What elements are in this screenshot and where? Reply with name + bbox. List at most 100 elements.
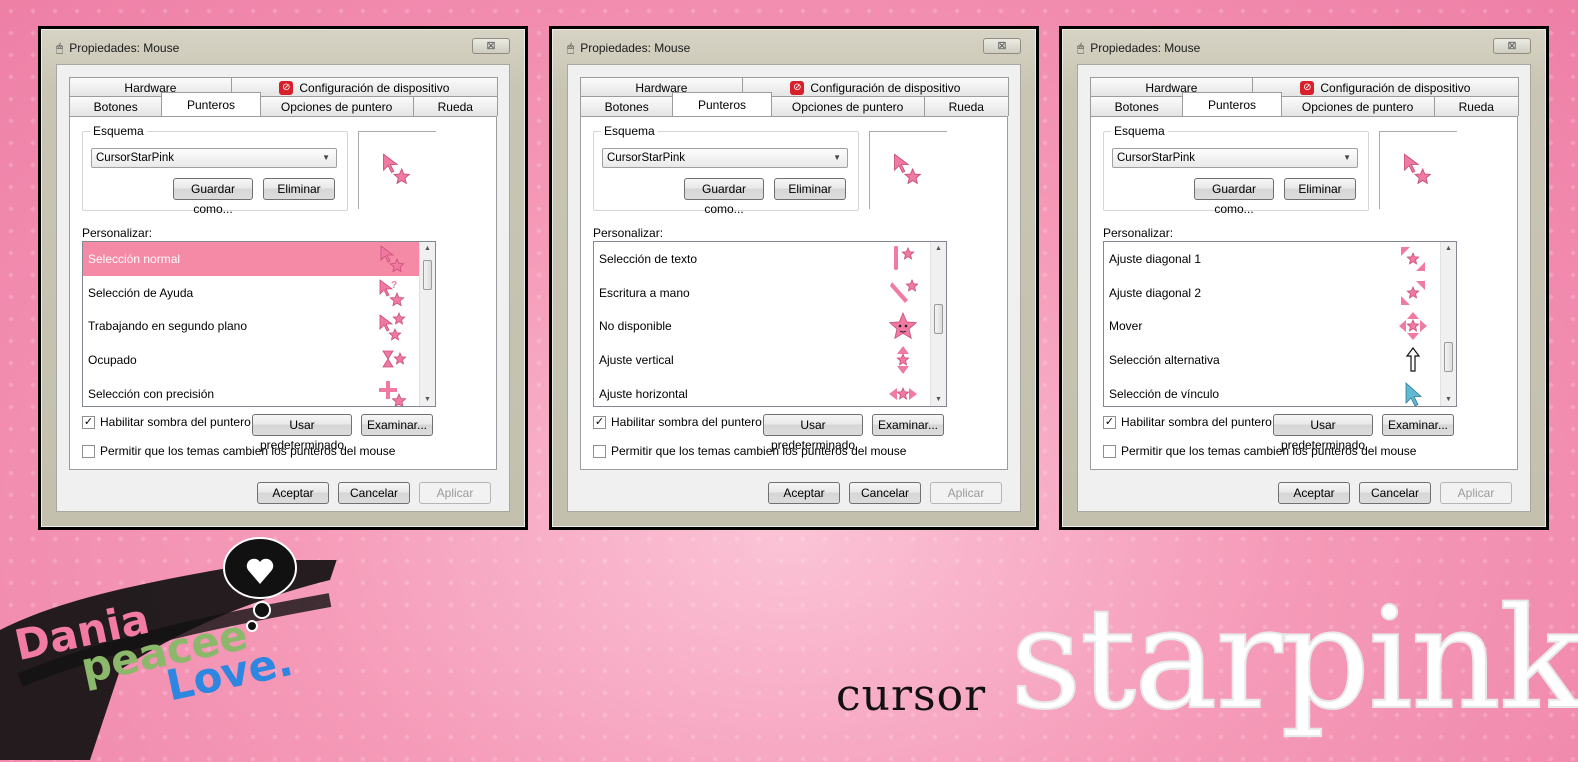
scheme-select[interactable]: CursorStarPink ▼ (602, 148, 848, 168)
save-as-button[interactable]: Guardar como... (684, 178, 764, 216)
scroll-up-icon[interactable]: ▲ (420, 245, 435, 252)
chevron-down-icon: ▼ (1343, 153, 1351, 162)
tab-row-front: Botones Punteros Opciones de puntero Rue… (1090, 92, 1519, 116)
shadow-checkbox[interactable]: ✓ (593, 415, 606, 429)
tab-wheel[interactable]: Rueda (923, 96, 1009, 116)
pointer-list-item[interactable]: Ajuste horizontal (594, 377, 946, 406)
use-default-button[interactable]: Usar predeterminado (1273, 414, 1373, 452)
scroll-down-icon[interactable]: ▼ (931, 396, 946, 403)
dialog-title: Propiedades: Mouse (1090, 41, 1201, 55)
pointer-list-item[interactable]: Escritura a mano (594, 276, 946, 310)
scheme-select[interactable]: CursorStarPink ▼ (91, 148, 337, 168)
themes-checkbox[interactable] (1103, 444, 1116, 458)
pointer-list-item[interactable]: Ajuste diagonal 2 (1104, 276, 1456, 310)
pointer-role-label: Ajuste diagonal 2 (1109, 285, 1202, 300)
tab-pointers[interactable]: Punteros (161, 92, 261, 116)
pointer-list[interactable]: Selección de texto Escritura a mano No d… (593, 241, 947, 407)
browse-button[interactable]: Examinar... (1382, 414, 1454, 436)
list-scrollbar[interactable]: ▲ ▼ (1440, 242, 1456, 406)
ok-button[interactable]: Aceptar (1278, 482, 1350, 504)
use-default-button[interactable]: Usar predeterminado (252, 414, 352, 452)
scroll-up-icon[interactable]: ▲ (1441, 245, 1456, 252)
apply-button[interactable]: Aplicar (1440, 482, 1512, 504)
cancel-button[interactable]: Cancelar (338, 482, 410, 504)
tab-buttons[interactable]: Botones (580, 96, 674, 116)
scroll-thumb[interactable] (934, 304, 943, 334)
tab-wheel[interactable]: Rueda (412, 96, 498, 116)
shadow-checkbox[interactable]: ✓ (82, 415, 95, 429)
tab-pointer-options[interactable]: Opciones de puntero (259, 96, 414, 116)
tab-buttons[interactable]: Botones (1090, 96, 1184, 116)
pointer-list-item[interactable]: Selección con precisión (83, 377, 435, 406)
cancel-button[interactable]: Cancelar (849, 482, 921, 504)
pointer-list-item[interactable]: Selección de texto (594, 242, 946, 276)
tab-pointers[interactable]: Punteros (1182, 92, 1282, 116)
tab-pointer-options[interactable]: Opciones de puntero (1280, 96, 1435, 116)
delete-button[interactable]: Eliminar (263, 178, 335, 200)
themes-label: Permitir que los temas cambien los punte… (100, 444, 396, 458)
tab-label: Rueda (437, 99, 473, 114)
pointer-list-item[interactable]: Ocupado (83, 343, 435, 377)
save-as-button[interactable]: Guardar como... (173, 178, 253, 216)
pointer-list-item[interactable]: Selección de Ayuda ? (83, 276, 435, 310)
list-scrollbar[interactable]: ▲ ▼ (930, 242, 946, 406)
themes-checkbox-line[interactable]: Permitir que los temas cambien los punte… (1103, 444, 1416, 458)
use-default-button[interactable]: Usar predeterminado (763, 414, 863, 452)
title-bar[interactable]: 🖱 Propiedades: Mouse (567, 38, 1021, 58)
scheme-label: Esquema (90, 124, 147, 138)
themes-checkbox[interactable] (82, 444, 95, 458)
tab-label: Punteros (698, 97, 747, 112)
pointer-list-item[interactable]: No disponible (594, 310, 946, 344)
save-as-button[interactable]: Guardar como... (1194, 178, 1274, 216)
cancel-button[interactable]: Cancelar (1359, 482, 1431, 504)
scroll-down-icon[interactable]: ▼ (1441, 396, 1456, 403)
pointer-role-label: Ajuste vertical (599, 353, 674, 368)
shadow-checkbox[interactable]: ✓ (1103, 415, 1116, 429)
pointer-list-item[interactable]: Selección alternativa (1104, 343, 1456, 377)
shadow-checkbox-line[interactable]: ✓ Habilitar sombra del puntero (82, 415, 251, 429)
ok-button[interactable]: Aceptar (768, 482, 840, 504)
pointers-panel: Esquema CursorStarPink ▼ Guardar como...… (1090, 116, 1518, 470)
scroll-down-icon[interactable]: ▼ (420, 396, 435, 403)
pointer-list-item[interactable]: Ajuste diagonal 1 (1104, 242, 1456, 276)
title-bar[interactable]: 🖱 Propiedades: Mouse (1077, 38, 1531, 58)
list-scrollbar[interactable]: ▲ ▼ (419, 242, 435, 406)
scroll-up-icon[interactable]: ▲ (931, 245, 946, 252)
apply-button[interactable]: Aplicar (930, 482, 1002, 504)
tab-device-settings[interactable]: ⊘ Configuración de dispositivo (741, 77, 1009, 97)
pointer-list[interactable]: Selección normal Selección de Ayuda ? Tr… (82, 241, 436, 407)
scheme-select[interactable]: CursorStarPink ▼ (1112, 148, 1358, 168)
themes-checkbox-line[interactable]: Permitir que los temas cambien los punte… (82, 444, 395, 458)
pointer-list-item[interactable]: Mover (1104, 310, 1456, 344)
delete-button[interactable]: Eliminar (774, 178, 846, 200)
close-button[interactable]: ⊠ (1493, 38, 1531, 54)
close-button[interactable]: ⊠ (983, 38, 1021, 54)
apply-button[interactable]: Aplicar (419, 482, 491, 504)
browse-button[interactable]: Examinar... (361, 414, 433, 436)
shadow-checkbox-line[interactable]: ✓ Habilitar sombra del puntero (1103, 415, 1272, 429)
browse-button[interactable]: Examinar... (872, 414, 944, 436)
pointer-list[interactable]: Ajuste diagonal 1 Ajuste diagonal 2 Move… (1103, 241, 1457, 407)
ok-button[interactable]: Aceptar (257, 482, 329, 504)
title-bar[interactable]: 🖱 Propiedades: Mouse (56, 38, 510, 58)
pointer-list-item[interactable]: Trabajando en segundo plano (83, 310, 435, 344)
tab-device-settings[interactable]: ⊘ Configuración de dispositivo (230, 77, 498, 97)
themes-checkbox[interactable] (593, 444, 606, 458)
pointer-list-item[interactable]: Selección normal (83, 242, 435, 276)
delete-button[interactable]: Eliminar (1284, 178, 1356, 200)
mouse-properties-dialog: 🖱 Propiedades: Mouse ⊠ Hardware ⊘ Configu… (1059, 26, 1549, 530)
tab-pointers[interactable]: Punteros (672, 92, 772, 116)
pointer-list-item[interactable]: Ajuste vertical (594, 343, 946, 377)
tab-label: Configuración de dispositivo (299, 80, 450, 95)
shadow-checkbox-line[interactable]: ✓ Habilitar sombra del puntero (593, 415, 762, 429)
close-button[interactable]: ⊠ (472, 38, 510, 54)
up-arrow-icon (1398, 345, 1428, 375)
scroll-thumb[interactable] (423, 260, 432, 290)
tab-buttons[interactable]: Botones (69, 96, 163, 116)
tab-pointer-options[interactable]: Opciones de puntero (770, 96, 925, 116)
tab-wheel[interactable]: Rueda (1433, 96, 1519, 116)
tab-device-settings[interactable]: ⊘ Configuración de dispositivo (1251, 77, 1519, 97)
themes-checkbox-line[interactable]: Permitir que los temas cambien los punte… (593, 444, 906, 458)
pointer-list-item[interactable]: Selección de vínculo (1104, 377, 1456, 406)
scroll-thumb[interactable] (1444, 342, 1453, 372)
